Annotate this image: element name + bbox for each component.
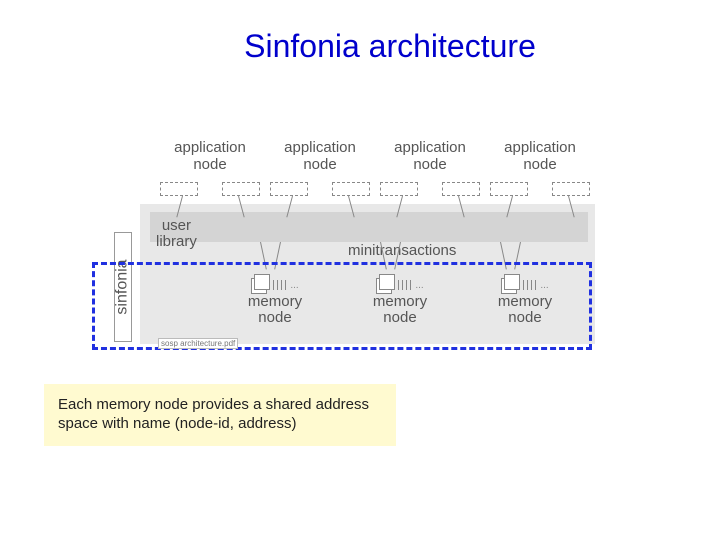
app-process-box [552,182,590,196]
app-label-line1: application [174,139,246,156]
app-label-line2: node [193,156,226,173]
user-library-band [150,212,588,242]
application-node-box-pair [160,182,260,196]
slide-title: Sinfonia architecture [0,0,720,65]
application-node-box-pair [380,182,480,196]
user-library-line1: user [162,217,191,234]
app-label-line2: node [303,156,336,173]
application-node-box-pair [270,182,370,196]
application-node-label: application node [490,140,590,173]
memory-nodes-highlight-box [92,262,592,350]
application-node-boxes [160,182,590,196]
app-label-line1: application [504,139,576,156]
application-node-label: application node [270,140,370,173]
app-process-box [490,182,528,196]
app-label-line2: node [523,156,556,173]
app-process-box [160,182,198,196]
app-process-box [222,182,260,196]
application-node-labels: application node application node applic… [160,140,590,173]
annotation-note: Each memory node provides a shared addre… [44,384,396,446]
application-node-label: application node [380,140,480,173]
app-process-box [442,182,480,196]
user-library-line2: library [156,233,197,250]
minitransactions-label: minitransactions [348,242,456,259]
application-node-box-pair [490,182,590,196]
app-process-box [270,182,308,196]
user-library-label: user library [156,218,197,250]
app-process-box [380,182,418,196]
app-label-line1: application [284,139,356,156]
application-node-label: application node [160,140,260,173]
app-label-line2: node [413,156,446,173]
pdf-filename-badge: sosp architecture.pdf [158,338,238,349]
app-label-line1: application [394,139,466,156]
app-process-box [332,182,370,196]
